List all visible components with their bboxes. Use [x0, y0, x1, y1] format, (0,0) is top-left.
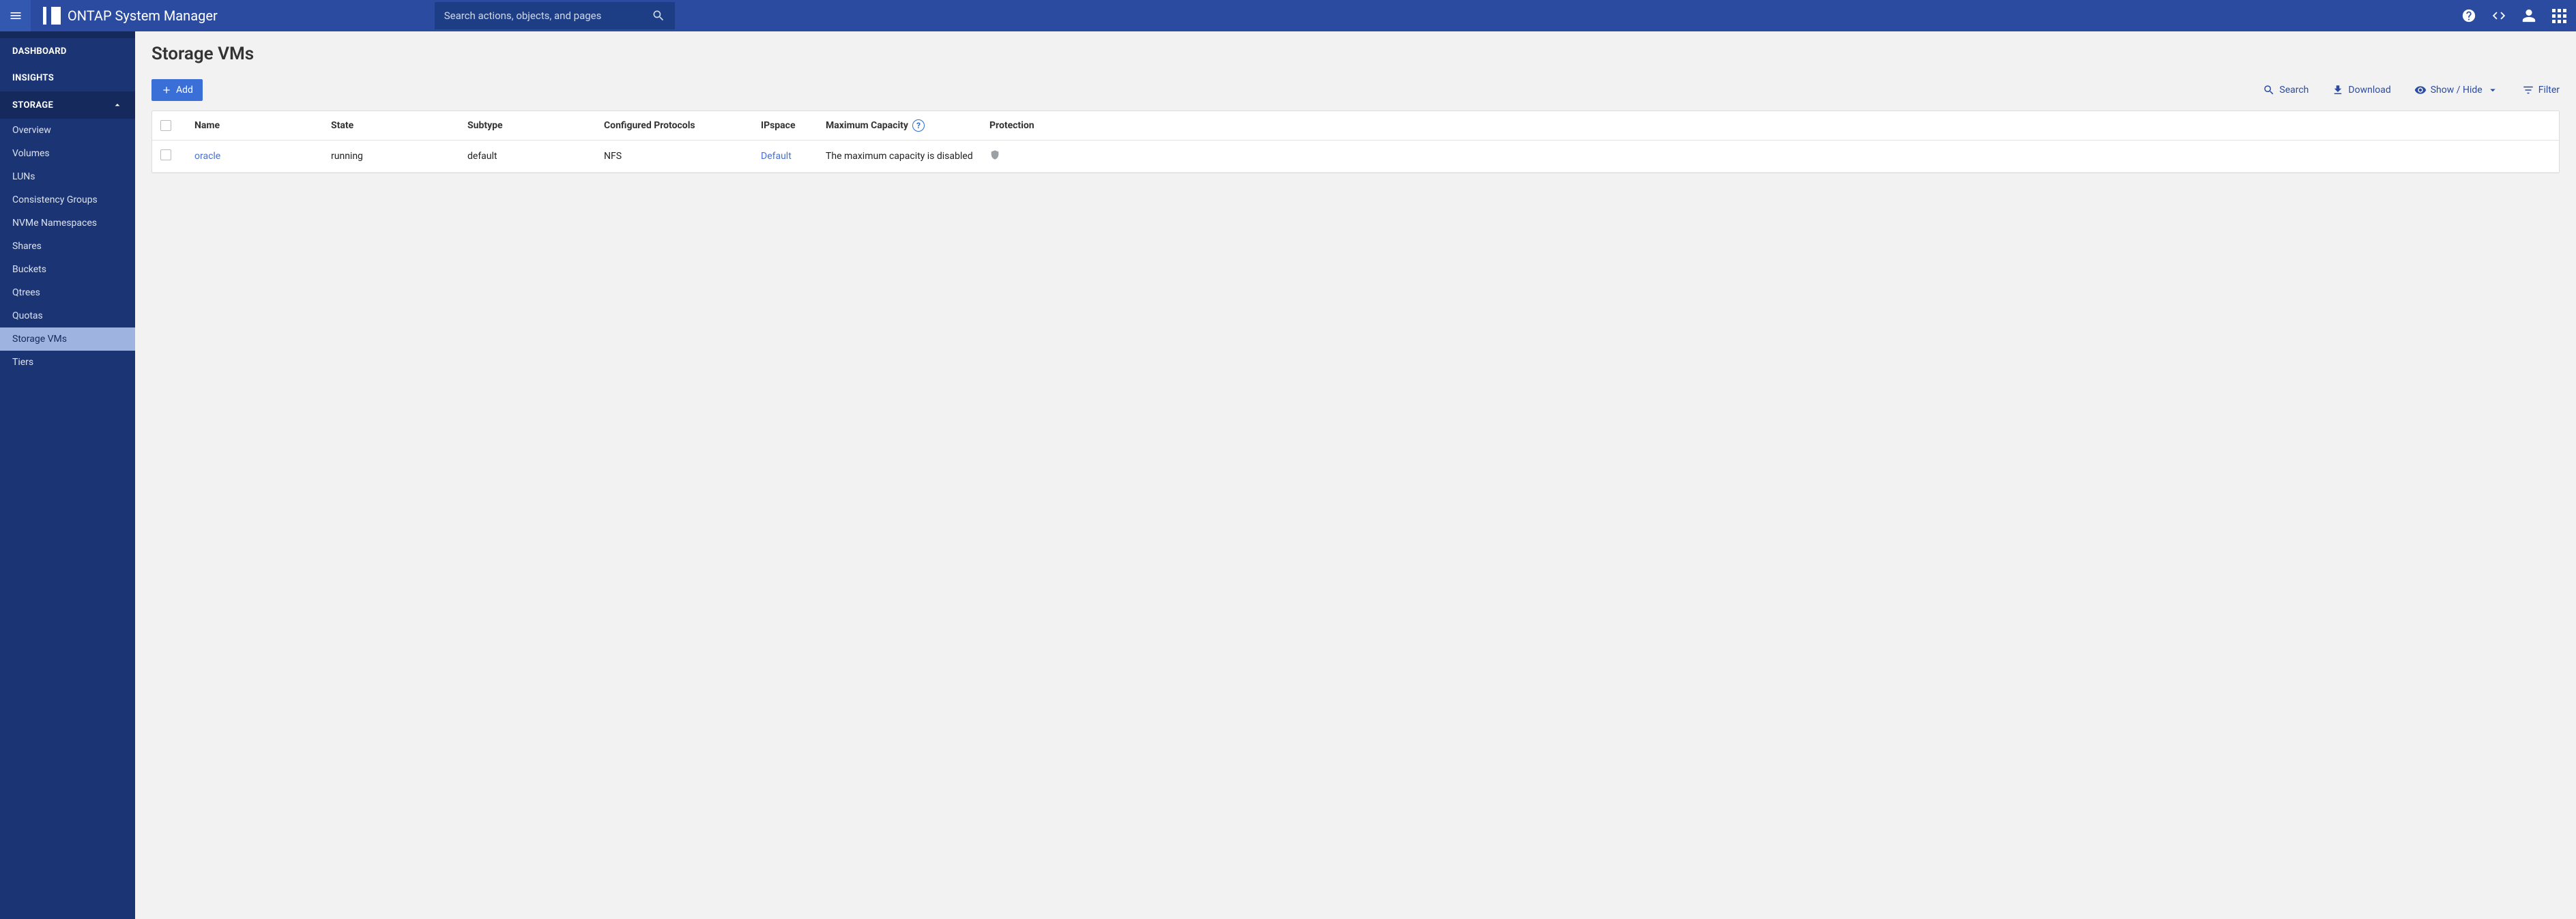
user-icon [2521, 8, 2536, 23]
add-button[interactable]: Add [151, 79, 203, 101]
code-icon [2491, 8, 2506, 23]
nav-storage-vms[interactable]: Storage VMs [0, 327, 135, 351]
show-hide-button[interactable]: Show / Hide [2414, 84, 2499, 96]
help-icon [2461, 8, 2476, 23]
nav-luns[interactable]: LUNs [0, 165, 135, 188]
nav-quotas[interactable]: Quotas [0, 304, 135, 327]
nav-volumes[interactable]: Volumes [0, 142, 135, 165]
eye-icon [2414, 84, 2427, 96]
help-button[interactable] [2461, 8, 2476, 23]
search-icon[interactable] [652, 9, 665, 23]
app-brand[interactable]: ONTAP System Manager [31, 0, 230, 31]
col-maxcap[interactable]: Maximum Capacity ? [817, 111, 981, 140]
nav-storage-label: STORAGE [12, 100, 53, 111]
download-button[interactable]: Download [2332, 84, 2390, 96]
col-name[interactable]: Name [186, 112, 323, 139]
nav-insights[interactable]: INSIGHTS [0, 65, 135, 91]
search-icon [2263, 84, 2275, 96]
filter-icon [2522, 84, 2534, 96]
col-state[interactable]: State [323, 112, 459, 139]
nav-tiers[interactable]: Tiers [0, 351, 135, 374]
plus-icon [161, 85, 172, 96]
nav-shares[interactable]: Shares [0, 235, 135, 258]
api-button[interactable] [2491, 8, 2506, 23]
page-toolbar: Add Search Download Show / Hide [151, 79, 2560, 101]
svm-name-link[interactable]: oracle [194, 151, 220, 162]
nav-consistency[interactable]: Consistency Groups [0, 188, 135, 211]
nav-storage-section[interactable]: STORAGE [0, 91, 135, 119]
apps-button[interactable] [2551, 8, 2566, 23]
nav-dashboard[interactable]: DASHBOARD [0, 38, 135, 65]
search-input[interactable] [444, 10, 652, 22]
download-icon [2332, 84, 2344, 96]
max-capacity-help-icon[interactable]: ? [912, 119, 925, 132]
col-protocols[interactable]: Configured Protocols [596, 112, 753, 139]
shield-icon [989, 149, 1000, 161]
top-bar: ONTAP System Manager [0, 0, 2576, 31]
col-protection[interactable]: Protection [981, 112, 1050, 139]
col-ipspace[interactable]: IPspace [753, 112, 817, 139]
nav-buckets[interactable]: Buckets [0, 258, 135, 281]
app-title: ONTAP System Manager [68, 8, 218, 24]
storage-vms-table: Name State Subtype Configured Protocols … [151, 111, 2560, 173]
hamburger-menu-button[interactable] [0, 0, 31, 31]
nav-overview[interactable]: Overview [0, 119, 135, 142]
nav-qtrees[interactable]: Qtrees [0, 281, 135, 304]
table-search-button[interactable]: Search [2263, 84, 2309, 96]
cell-protocols: NFS [596, 143, 753, 170]
main-content: Storage VMs Add Search Download Show / H… [135, 31, 2576, 919]
cell-state: running [323, 143, 459, 170]
row-checkbox[interactable] [160, 149, 171, 160]
select-all-checkbox[interactable] [160, 120, 171, 131]
table-header-row: Name State Subtype Configured Protocols … [152, 111, 2559, 141]
global-search[interactable] [435, 2, 675, 29]
nav-nvme[interactable]: NVMe Namespaces [0, 211, 135, 235]
protection-cell [981, 141, 1050, 172]
col-subtype[interactable]: Subtype [459, 112, 596, 139]
add-button-label: Add [176, 85, 193, 96]
sidebar: DASHBOARD INSIGHTS STORAGE Overview Volu… [0, 31, 135, 919]
netapp-logo-icon [43, 7, 61, 25]
apps-icon [2552, 9, 2566, 23]
chevron-up-icon [112, 100, 123, 111]
cell-subtype: default [459, 143, 596, 170]
filter-button[interactable]: Filter [2522, 84, 2560, 96]
ipspace-link[interactable]: Default [761, 151, 792, 162]
hamburger-icon [9, 9, 23, 23]
cell-maxcap: The maximum capacity is disabled [817, 143, 981, 170]
table-row[interactable]: oracle running default NFS Default The m… [152, 141, 2559, 173]
chevron-down-icon [2487, 84, 2499, 96]
top-icon-group [2452, 8, 2576, 23]
page-title: Storage VMs [151, 44, 2560, 64]
user-button[interactable] [2521, 8, 2536, 23]
